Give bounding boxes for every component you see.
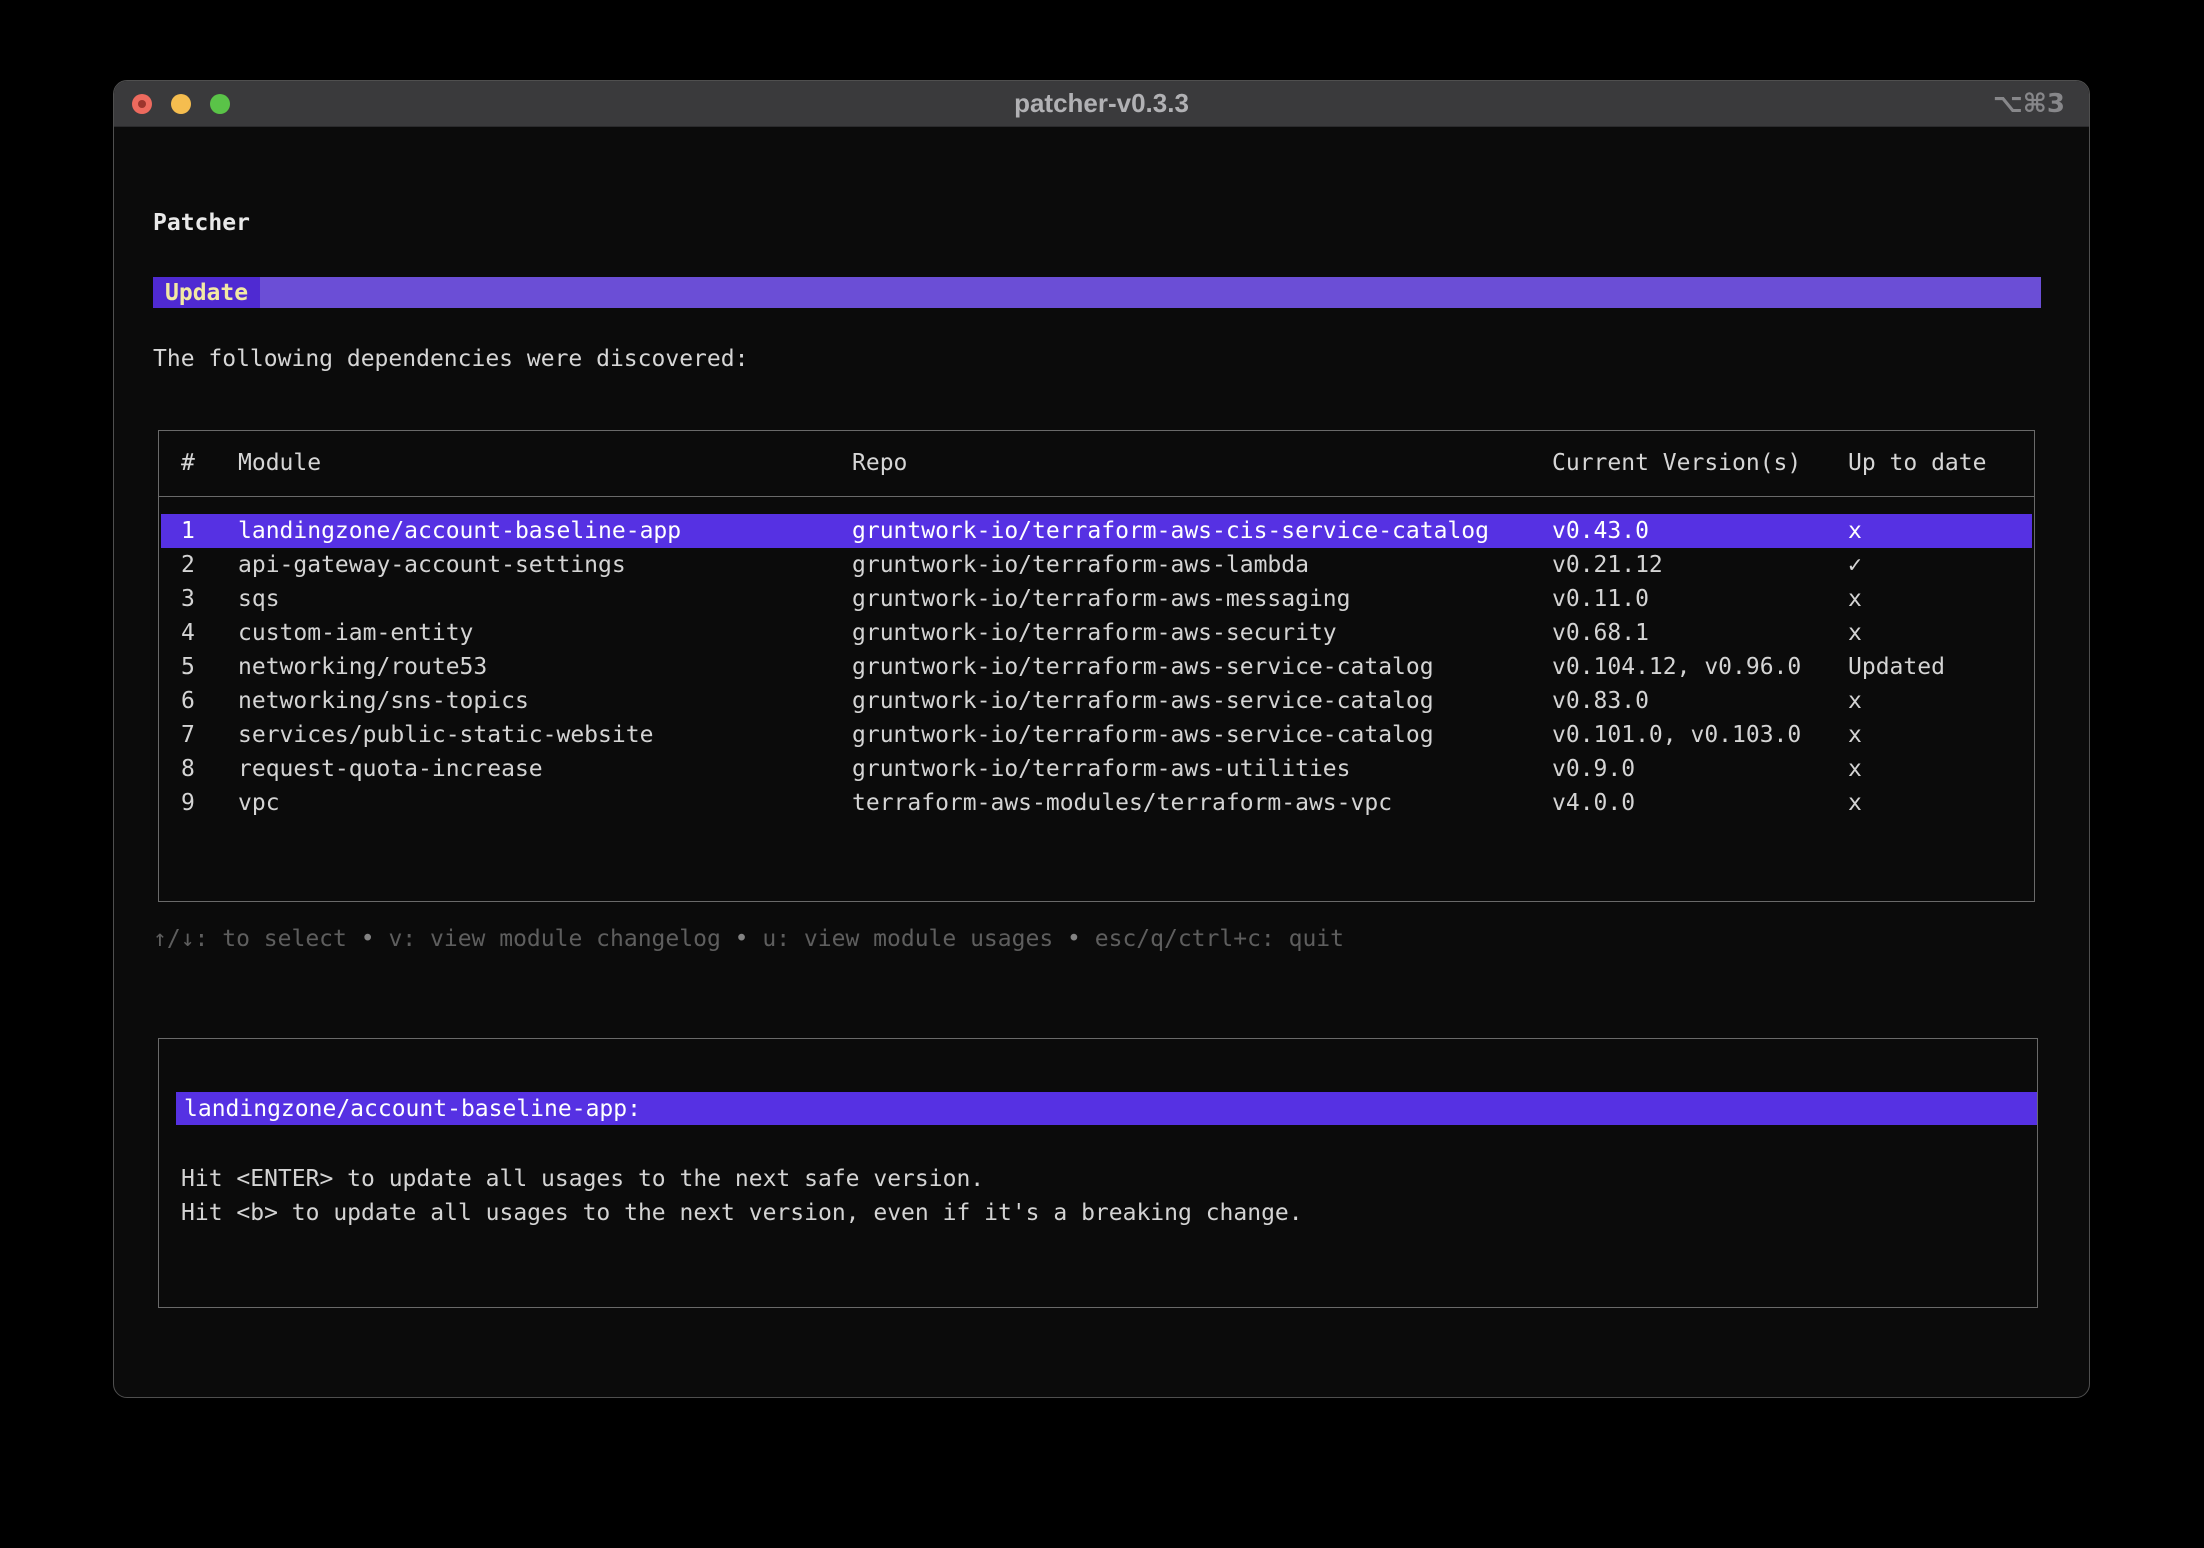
dependency-table: # Module Repo Current Version(s) Up to d… [158, 430, 2035, 902]
row-repo: gruntwork-io/terraform-aws-lambda [852, 548, 1552, 582]
help-select: ↑/↓: to select [153, 926, 347, 952]
row-repo: gruntwork-io/terraform-aws-utilities [852, 752, 1552, 786]
table-row[interactable]: 9 vpc terraform-aws-modules/terraform-aw… [161, 786, 2032, 820]
row-number: 1 [181, 514, 238, 548]
row-number: 7 [181, 718, 238, 752]
row-repo: gruntwork-io/terraform-aws-cis-service-c… [852, 514, 1552, 548]
row-repo: gruntwork-io/terraform-aws-security [852, 616, 1552, 650]
row-repo: gruntwork-io/terraform-aws-messaging [852, 582, 1552, 616]
close-button[interactable] [132, 94, 152, 114]
row-module: landingzone/account-baseline-app [238, 514, 852, 548]
row-module: api-gateway-account-settings [238, 548, 852, 582]
desktop: { "window": { "title": "patcher-v0.3.3",… [0, 0, 2204, 1548]
minimize-button[interactable] [171, 94, 191, 114]
detail-hints: Hit <ENTER> to update all usages to the … [159, 1162, 2037, 1230]
help-quit: esc/q/ctrl+c: quit [1095, 926, 1344, 952]
column-header-num: # [181, 449, 238, 477]
zoom-button[interactable] [210, 94, 230, 114]
table-row[interactable]: 6 networking/sns-topics gruntwork-io/ter… [161, 684, 2032, 718]
terminal-content: Patcher Update The following dependencie… [114, 209, 2089, 1308]
row-module: sqs [238, 582, 852, 616]
bullet-separator: • [735, 926, 749, 952]
row-status: x [1848, 786, 2032, 820]
tab-update[interactable]: Update [153, 277, 260, 308]
app-heading: Patcher [153, 209, 2089, 237]
window-titlebar[interactable]: patcher-v0.3.3 ⌥⌘3 [114, 81, 2089, 127]
row-versions: v0.9.0 [1552, 752, 1848, 786]
row-status: ✓ [1848, 548, 2032, 582]
table-row[interactable]: 1 landingzone/account-baseline-app grunt… [161, 514, 2032, 548]
help-changelog: v: view module changelog [388, 926, 720, 952]
row-versions: v0.21.12 [1552, 548, 1848, 582]
column-header-versions: Current Version(s) [1552, 449, 1848, 477]
table-header: # Module Repo Current Version(s) Up to d… [159, 431, 2034, 497]
row-number: 3 [181, 582, 238, 616]
row-status: x [1848, 514, 2032, 548]
table-row[interactable]: 7 services/public-static-website gruntwo… [161, 718, 2032, 752]
row-number: 6 [181, 684, 238, 718]
intro-text: The following dependencies were discover… [153, 345, 2089, 373]
row-versions: v0.11.0 [1552, 582, 1848, 616]
column-header-repo: Repo [852, 449, 1552, 477]
row-module: vpc [238, 786, 852, 820]
bullet-separator: • [361, 926, 375, 952]
row-repo: gruntwork-io/terraform-aws-service-catal… [852, 684, 1552, 718]
row-module: services/public-static-website [238, 718, 852, 752]
window-controls [132, 81, 230, 127]
row-number: 5 [181, 650, 238, 684]
row-number: 2 [181, 548, 238, 582]
detail-panel: landingzone/account-baseline-app: Hit <E… [158, 1038, 2038, 1308]
row-module: custom-iam-entity [238, 616, 852, 650]
table-row[interactable]: 8 request-quota-increase gruntwork-io/te… [161, 752, 2032, 786]
row-status: x [1848, 752, 2032, 786]
row-versions: v0.43.0 [1552, 514, 1848, 548]
row-repo: gruntwork-io/terraform-aws-service-catal… [852, 718, 1552, 752]
column-header-module: Module [238, 449, 852, 477]
row-status: Updated [1848, 650, 2032, 684]
row-repo: gruntwork-io/terraform-aws-service-catal… [852, 650, 1552, 684]
row-status: x [1848, 616, 2032, 650]
bullet-separator: • [1067, 926, 1081, 952]
tab-bar: Update [153, 277, 2041, 308]
window-shortcut-badge: ⌥⌘3 [1993, 81, 2065, 127]
table-row[interactable]: 4 custom-iam-entity gruntwork-io/terrafo… [161, 616, 2032, 650]
table-row[interactable]: 3 sqs gruntwork-io/terraform-aws-messagi… [161, 582, 2032, 616]
row-status: x [1848, 684, 2032, 718]
help-line: ↑/↓: to select • v: view module changelo… [153, 925, 2089, 953]
row-module: request-quota-increase [238, 752, 852, 786]
selected-module-bar: landingzone/account-baseline-app: [176, 1092, 2037, 1125]
row-versions: v0.101.0, v0.103.0 [1552, 718, 1848, 752]
row-module: networking/sns-topics [238, 684, 852, 718]
row-number: 9 [181, 786, 238, 820]
table-row[interactable]: 2 api-gateway-account-settings gruntwork… [161, 548, 2032, 582]
table-rows: 1 landingzone/account-baseline-app grunt… [159, 514, 2034, 820]
row-versions: v4.0.0 [1552, 786, 1848, 820]
row-status: x [1848, 718, 2032, 752]
row-status: x [1848, 582, 2032, 616]
row-versions: v0.104.12, v0.96.0 [1552, 650, 1848, 684]
row-repo: terraform-aws-modules/terraform-aws-vpc [852, 786, 1552, 820]
row-number: 8 [181, 752, 238, 786]
column-header-uptodate: Up to date [1848, 449, 2032, 477]
window-title: patcher-v0.3.3 [1014, 88, 1189, 119]
row-module: networking/route53 [238, 650, 852, 684]
help-usages: u: view module usages [762, 926, 1053, 952]
terminal-window: patcher-v0.3.3 ⌥⌘3 Patcher Update The fo… [113, 80, 2090, 1398]
row-number: 4 [181, 616, 238, 650]
hint-breaking: Hit <b> to update all usages to the next… [181, 1196, 2037, 1230]
row-versions: v0.83.0 [1552, 684, 1848, 718]
hint-enter: Hit <ENTER> to update all usages to the … [181, 1162, 2037, 1196]
table-row[interactable]: 5 networking/route53 gruntwork-io/terraf… [161, 650, 2032, 684]
row-versions: v0.68.1 [1552, 616, 1848, 650]
